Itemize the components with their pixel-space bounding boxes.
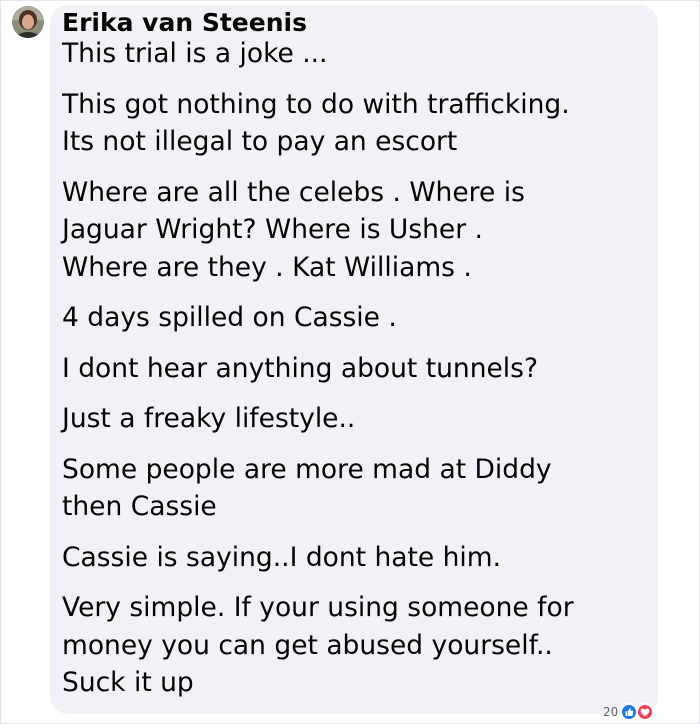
comment-line: Very simple. If your using someone for xyxy=(62,592,574,623)
comment-paragraph: This got nothing to do with trafficking.… xyxy=(62,86,642,161)
comment-line: I dont hear anything about tunnels? xyxy=(62,352,539,384)
comment-paragraph: Where are all the celebs . Where is Jagua… xyxy=(62,174,642,287)
profile-photo xyxy=(12,6,44,38)
comment-line: Some people are more mad at Diddy xyxy=(62,453,552,485)
comment-paragraph: Just a freaky lifestyle.. xyxy=(62,400,642,438)
comment-author[interactable]: Erika van Steenis xyxy=(62,8,307,37)
comment-body: This trial is a joke ... This got nothing… xyxy=(62,35,642,715)
comment-line: This trial is a joke ... xyxy=(62,38,328,69)
comment-line: Just a freaky lifestyle.. xyxy=(62,403,356,434)
avatar[interactable] xyxy=(12,6,44,38)
love-icon xyxy=(636,703,654,721)
like-icon xyxy=(620,703,638,721)
comment-paragraph: I dont hear anything about tunnels? xyxy=(62,350,642,388)
comment-paragraph: Very simple. If your using someone for mo… xyxy=(62,589,642,702)
comment-line: Cassie is saying..I dont hate him. xyxy=(62,541,502,573)
comment-line: This got nothing to do with trafficking. xyxy=(62,88,570,120)
comment-line: Its not illegal to pay an escort xyxy=(62,126,458,157)
comment-line: Jaguar Wright? Where is Usher . xyxy=(62,214,483,245)
comment-line: Where are all the celebs . Where is xyxy=(62,176,525,208)
comment-line: Where are they . Kat Williams . xyxy=(62,251,472,283)
comment-paragraph: This trial is a joke ... xyxy=(62,35,642,73)
comment-paragraph: Cassie is saying..I dont hate him. xyxy=(62,539,642,577)
comment-line: Suck it up xyxy=(62,667,194,698)
reaction-count: 20 xyxy=(603,705,619,719)
comment-line: 4 days spilled on Cassie . xyxy=(62,302,397,333)
comment-paragraph: Some people are more mad at Diddy then Ca… xyxy=(62,451,642,526)
comment-line: money you can get abused yourself.. xyxy=(62,629,553,661)
comment-paragraph: 4 days spilled on Cassie . xyxy=(62,299,642,337)
comment-line: then Cassie xyxy=(62,491,217,522)
